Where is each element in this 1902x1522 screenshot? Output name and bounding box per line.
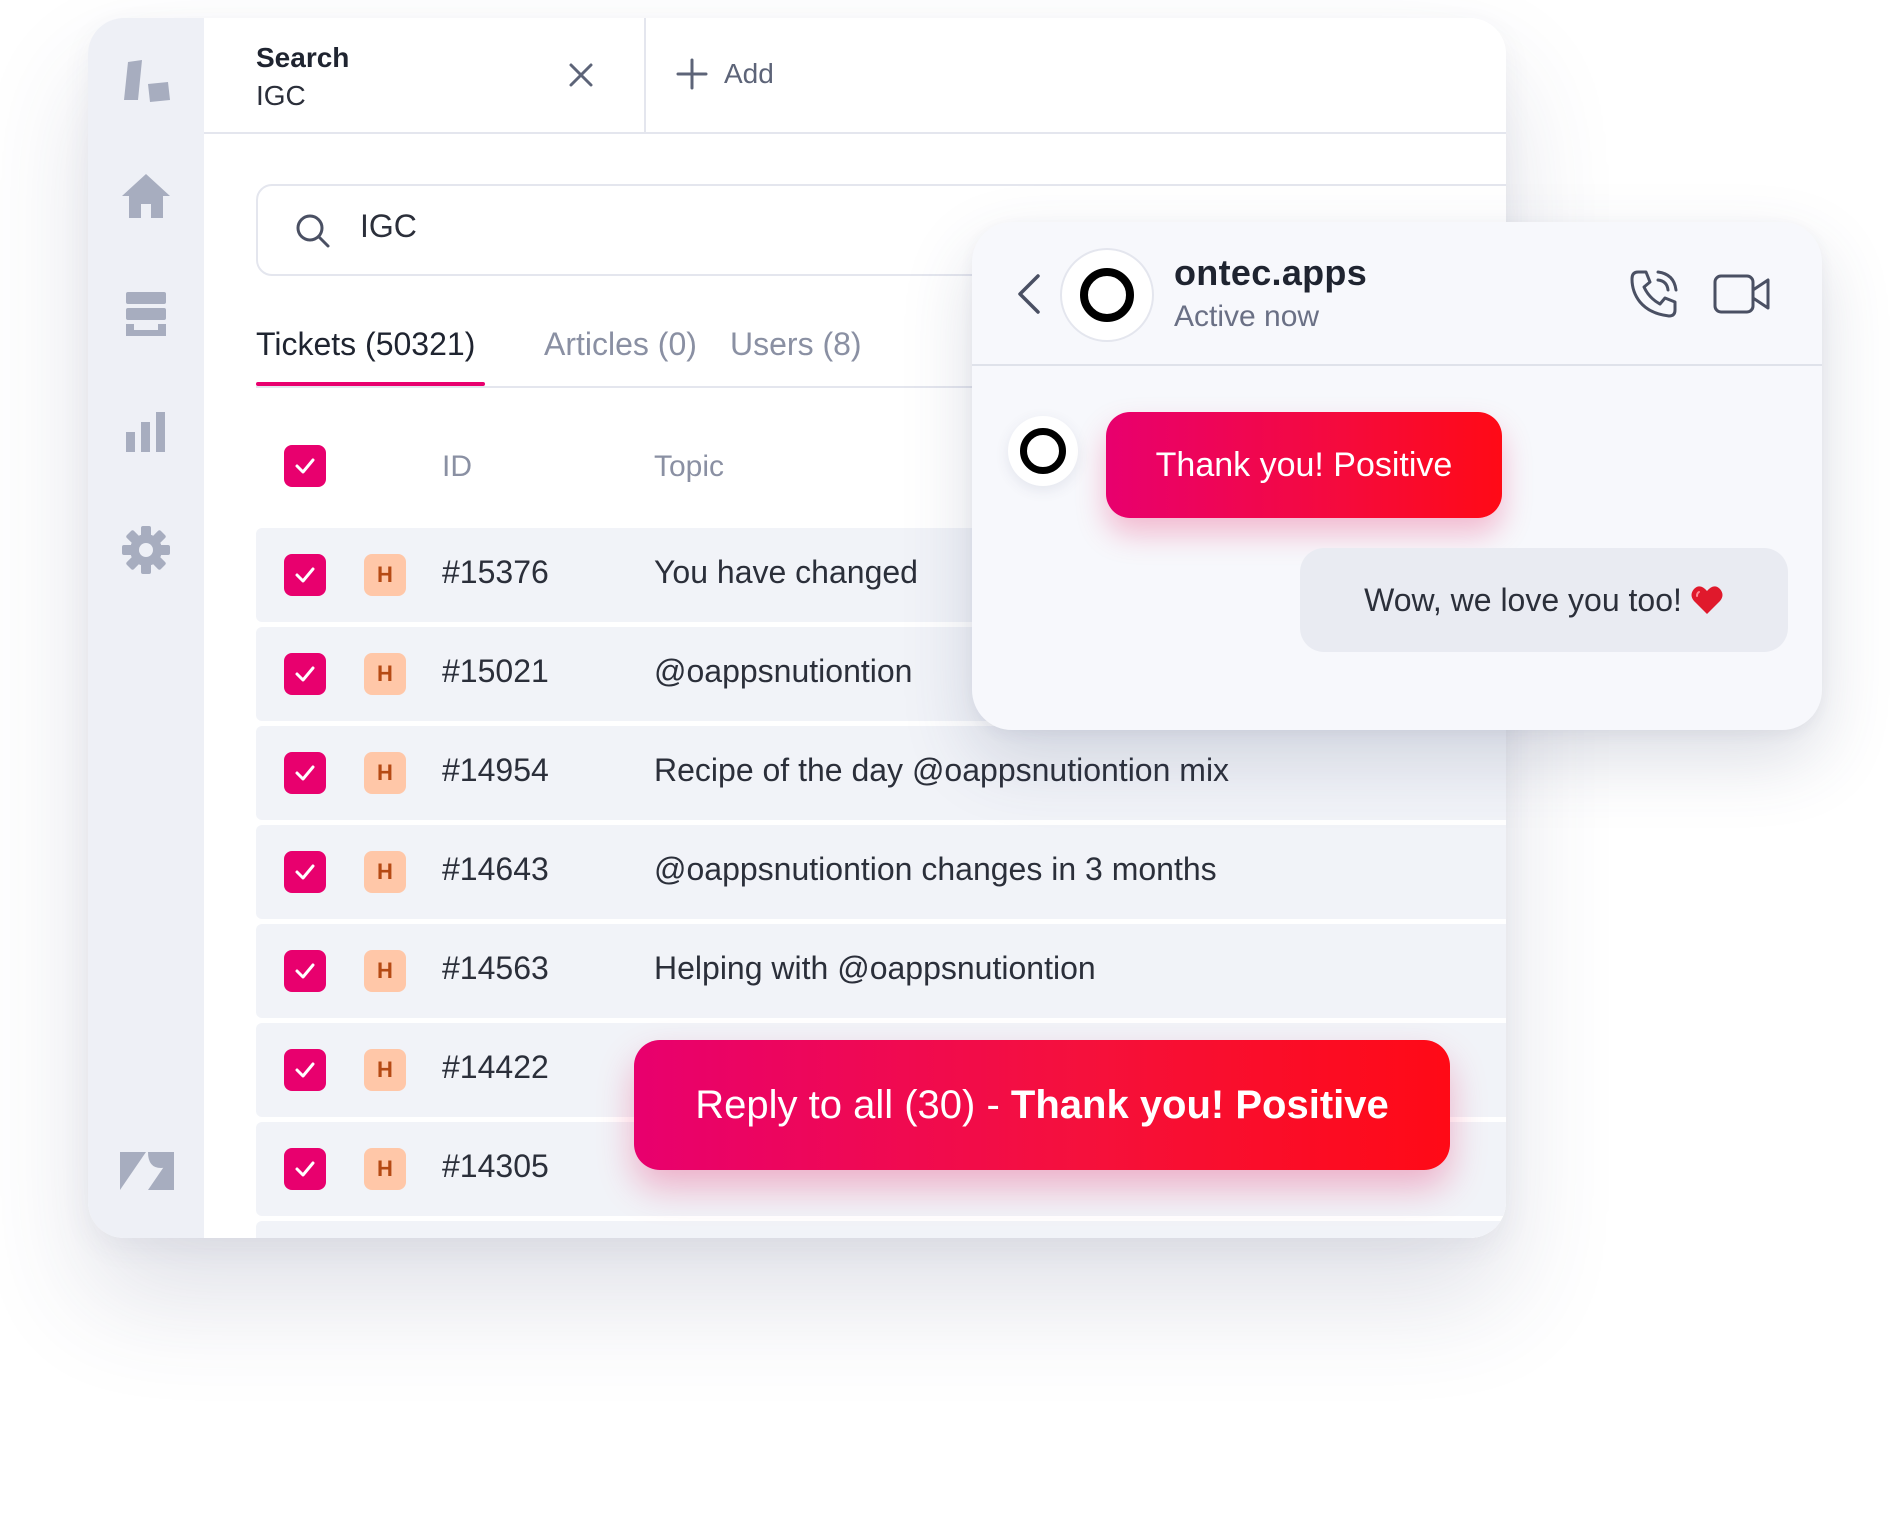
row-checkbox[interactable]: [284, 653, 326, 695]
search-tab-title: Search: [256, 42, 350, 73]
outgoing-message: Wow, we love you too!: [1300, 548, 1788, 652]
add-tab-button[interactable]: Add: [674, 54, 774, 94]
contact-avatar: [1060, 248, 1154, 342]
check-icon: [295, 1062, 315, 1078]
ticket-id[interactable]: #14422: [442, 1049, 549, 1086]
ticket-id[interactable]: #14305: [442, 1148, 549, 1185]
settings-icon[interactable]: [116, 520, 176, 580]
ticket-topic[interactable]: @oappsnutiontion: [654, 653, 912, 690]
priority-badge: H: [364, 554, 406, 596]
ticket-id[interactable]: #15376: [442, 554, 549, 591]
row-checkbox[interactable]: [284, 554, 326, 596]
brand-logo-icon[interactable]: [116, 48, 176, 108]
ticket-topic[interactable]: Recipe of the day @oappsnutiontion mix: [654, 752, 1229, 789]
workspace-tab-bar: Search IGC Add: [204, 18, 1506, 134]
active-tab-indicator: [256, 382, 485, 386]
priority-badge: H: [364, 1049, 406, 1091]
table-row[interactable]: H#14078: [256, 1221, 1506, 1238]
priority-badge: H: [364, 752, 406, 794]
check-icon: [295, 1161, 315, 1177]
search-tab-subtitle: IGC: [256, 80, 306, 111]
sender-avatar: [1008, 416, 1078, 486]
outgoing-message-text: Wow, we love you too!: [1364, 581, 1682, 618]
views-icon[interactable]: [116, 284, 176, 344]
table-row[interactable]: H #14643 @oappsnutiontion changes in 3 mon…: [256, 825, 1506, 919]
check-icon: [295, 963, 315, 979]
reporting-icon[interactable]: [116, 402, 176, 462]
row-checkbox[interactable]: [284, 851, 326, 893]
tab-articles[interactable]: Articles (0): [544, 326, 697, 363]
chat-header: ontec.apps Active now: [972, 222, 1822, 366]
check-icon: [295, 666, 315, 682]
select-all-checkbox[interactable]: [284, 445, 326, 487]
table-row[interactable]: H #14563 Helping with @oappsnutiontion: [256, 924, 1506, 1018]
row-checkbox[interactable]: [284, 950, 326, 992]
ticket-id[interactable]: #14954: [442, 752, 549, 789]
search-icon: [294, 212, 332, 250]
tab-tickets[interactable]: Tickets (50321): [256, 326, 475, 363]
reply-to-all-macro: Thank you! Positive: [1010, 1082, 1389, 1127]
row-checkbox[interactable]: [284, 1148, 326, 1190]
contact-status: Active now: [1174, 300, 1320, 333]
ticket-topic[interactable]: @oappsnutiontion changes in 3 months: [654, 851, 1217, 888]
video-call-icon[interactable]: [1712, 268, 1772, 320]
zendesk-logo-icon: [116, 1140, 176, 1200]
table-row[interactable]: H #14954 Recipe of the day @oappsnutiontio…: [256, 726, 1506, 820]
reply-to-all-button[interactable]: Reply to all (30) - Thank you! Positive: [634, 1040, 1450, 1170]
ticket-id[interactable]: #14643: [442, 851, 549, 888]
row-checkbox[interactable]: [284, 1049, 326, 1091]
priority-badge: H: [364, 851, 406, 893]
priority-badge: H: [364, 653, 406, 695]
row-checkbox[interactable]: [284, 752, 326, 794]
close-tab-icon[interactable]: [566, 60, 596, 90]
heart-icon: [1691, 586, 1723, 614]
check-icon: [295, 458, 315, 474]
sidebar: [88, 18, 204, 1238]
chat-panel: ontec.apps Active now Thank you! Positiv…: [972, 222, 1822, 730]
check-icon: [295, 864, 315, 880]
column-header-topic[interactable]: Topic: [654, 450, 724, 484]
ring-logo-icon: [1020, 428, 1066, 474]
ticket-id[interactable]: #14563: [442, 950, 549, 987]
column-header-id[interactable]: ID: [442, 450, 472, 484]
tab-users[interactable]: Users (8): [730, 326, 862, 363]
ring-logo-icon: [1080, 268, 1134, 322]
search-query: IGC: [360, 208, 417, 244]
plus-icon: [676, 58, 708, 90]
phone-call-icon[interactable]: [1626, 266, 1682, 322]
home-icon[interactable]: [116, 166, 176, 226]
incoming-message: Thank you! Positive: [1106, 412, 1502, 518]
ticket-id[interactable]: #15021: [442, 653, 549, 690]
check-icon: [295, 765, 315, 781]
search-tab[interactable]: Search IGC: [204, 18, 646, 132]
contact-name: ontec.apps: [1174, 252, 1368, 293]
check-icon: [295, 567, 315, 583]
back-arrow-icon[interactable]: [1010, 270, 1050, 318]
add-tab-label: Add: [724, 58, 774, 89]
ticket-topic[interactable]: Helping with @oappsnutiontion: [654, 950, 1096, 987]
reply-to-all-prefix: Reply to all (30) -: [695, 1082, 1011, 1127]
priority-badge: H: [364, 950, 406, 992]
priority-badge: H: [364, 1148, 406, 1190]
ticket-topic[interactable]: You have changed: [654, 554, 918, 591]
